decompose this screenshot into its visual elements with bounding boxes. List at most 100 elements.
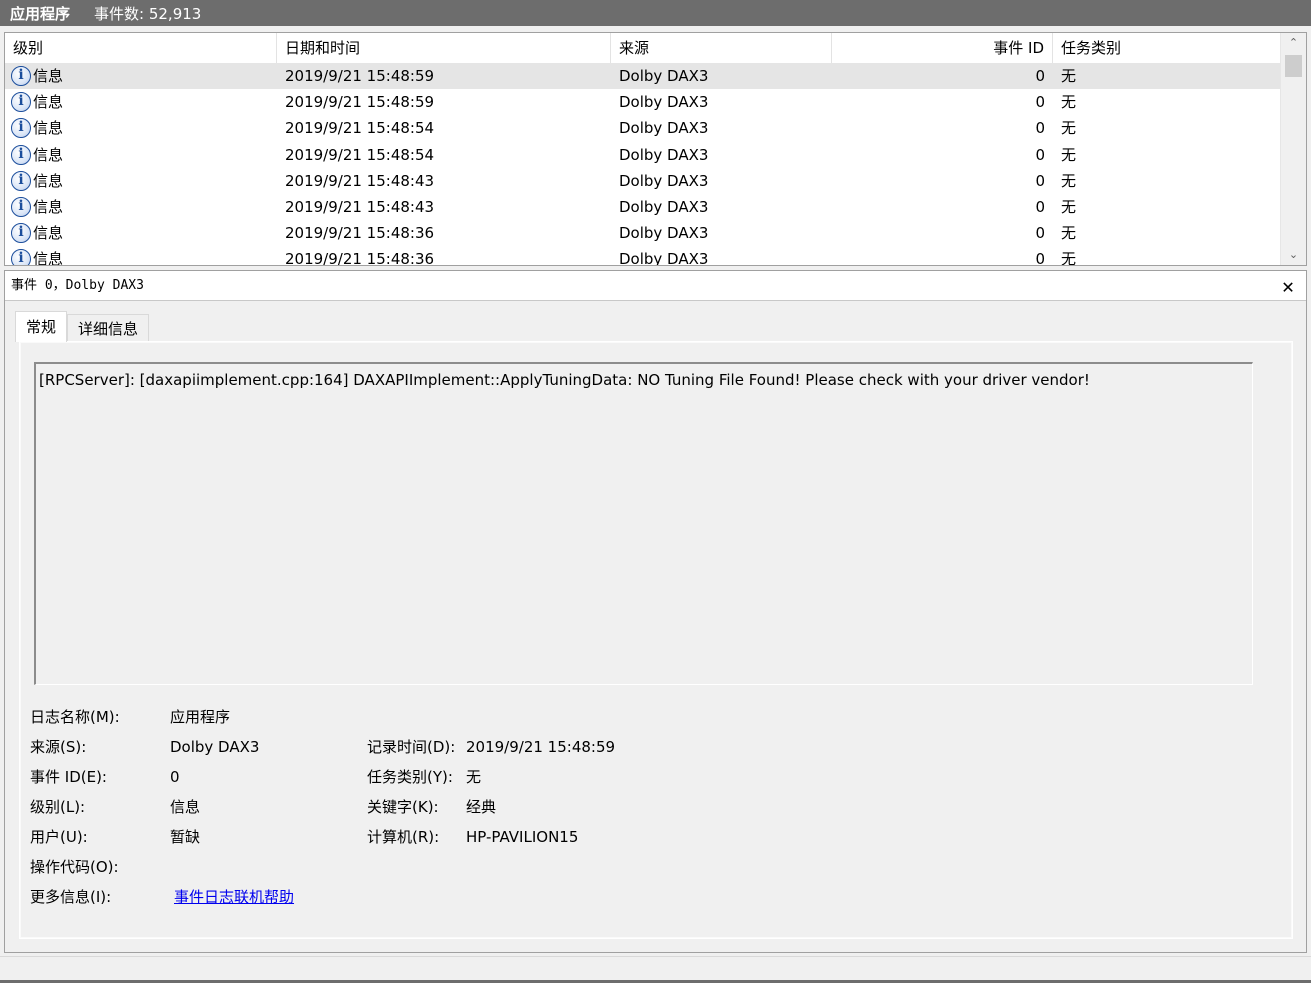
status-bar [0, 956, 1311, 983]
scroll-up-icon[interactable]: ⌃ [1281, 33, 1306, 53]
scroll-down-icon[interactable]: ⌄ [1281, 245, 1306, 265]
keywords-label: 关键字(K): [367, 798, 439, 816]
detail-title-text: 事件 0，Dolby DAX3 [11, 278, 144, 293]
datetime-cell: 2019/9/21 15:48:59 [285, 67, 435, 86]
title-bar: 应用程序 事件数: 52,913 [0, 0, 1311, 26]
table-row[interactable]: i 信息 2019/9/21 15:48:36 Dolby DAX3 0 无 [5, 246, 1281, 266]
level-text: 信息 [33, 171, 64, 190]
source-cell: Dolby DAX3 [619, 93, 709, 112]
task-category-cell: 无 [1061, 171, 1077, 190]
level-cell: i 信息 [5, 63, 277, 89]
event-message[interactable]: [RPCServer]: [daxapiimplement.cpp:164] D… [34, 362, 1253, 685]
task-category-cell: 无 [1061, 145, 1077, 164]
info-icon: i [11, 249, 31, 265]
table-row[interactable]: i 信息 2019/9/21 15:48:54 Dolby DAX3 0 无 [5, 142, 1281, 168]
event-id-cell: 0 [1035, 67, 1045, 86]
close-icon[interactable]: ✕ [1282, 273, 1294, 299]
computer-value: HP-PAVILION15 [466, 828, 579, 846]
grid-rows: i 信息 2019/9/21 15:48:59 Dolby DAX3 0 无 i 信息 2019… [5, 63, 1281, 266]
level-cell: i 信息 [5, 194, 277, 220]
events-grid[interactable]: 级别 日期和时间 来源 事件 ID 任务类别 i 信息 2019/9/21 15:4… [4, 32, 1307, 266]
datetime-cell: 2019/9/21 15:48:36 [285, 250, 435, 266]
event-id-cell: 0 [1035, 224, 1045, 243]
table-row[interactable]: i 信息 2019/9/21 15:48:36 Dolby DAX3 0 无 [5, 220, 1281, 246]
task-category-cell: 无 [1061, 250, 1077, 266]
table-row[interactable]: i 信息 2019/9/21 15:48:59 Dolby DAX3 0 无 [5, 63, 1281, 90]
detail-tabs: 常规 详细信息 [15, 311, 150, 344]
column-header-event-id[interactable]: 事件 ID [832, 33, 1053, 63]
table-row[interactable]: i 信息 2019/9/21 15:48:43 Dolby DAX3 0 无 [5, 194, 1281, 220]
level-text: 信息 [33, 250, 64, 266]
source-cell: Dolby DAX3 [619, 145, 709, 164]
column-header-source[interactable]: 来源 [611, 33, 832, 63]
task-category-cell: 无 [1061, 93, 1077, 112]
event-id-cell: 0 [1035, 119, 1045, 138]
level-text: 信息 [33, 67, 64, 86]
scroll-thumb[interactable] [1285, 55, 1302, 77]
task-category-cell: 无 [1061, 119, 1077, 138]
event-count: 事件数: 52,913 [94, 4, 202, 23]
detail-title: 事件 0，Dolby DAX3 ✕ [5, 271, 1306, 301]
source-cell: Dolby DAX3 [619, 198, 709, 217]
level-label: 级别(L): [30, 798, 86, 816]
datetime-cell: 2019/9/21 15:48:43 [285, 198, 435, 217]
info-icon: i [11, 92, 31, 113]
level-text: 信息 [33, 93, 64, 112]
level-cell: i 信息 [5, 246, 277, 266]
level-text: 信息 [33, 198, 64, 217]
table-row[interactable]: i 信息 2019/9/21 15:48:43 Dolby DAX3 0 无 [5, 168, 1281, 194]
event-id-cell: 0 [1035, 198, 1045, 217]
source-cell: Dolby DAX3 [619, 119, 709, 138]
level-cell: i 信息 [5, 220, 277, 246]
tab-details[interactable]: 详细信息 [67, 314, 150, 344]
event-id-cell: 0 [1035, 250, 1045, 266]
level-cell: i 信息 [5, 168, 277, 194]
tab-content-general: [RPCServer]: [daxapiimplement.cpp:164] D… [19, 341, 1293, 939]
event-id-cell: 0 [1035, 93, 1045, 112]
event-id-cell: 0 [1035, 171, 1045, 190]
computer-label: 计算机(R): [367, 828, 440, 846]
level-value: 信息 [170, 798, 201, 816]
source-label: 来源(S): [30, 738, 87, 756]
level-cell: i 信息 [5, 142, 277, 168]
column-header-datetime[interactable]: 日期和时间 [277, 33, 611, 63]
event-id-value: 0 [170, 768, 180, 786]
info-icon: i [11, 66, 31, 87]
user-value: 暂缺 [170, 828, 201, 846]
keywords-value: 经典 [466, 798, 497, 816]
task-category-label: 任务类别(Y): [367, 768, 453, 786]
datetime-cell: 2019/9/21 15:48:54 [285, 119, 435, 138]
online-help-link[interactable]: 事件日志联机帮助 [174, 882, 294, 912]
grid-scrollbar[interactable]: ⌃ ⌄ [1280, 33, 1306, 265]
logged-value: 2019/9/21 15:48:59 [466, 738, 616, 756]
table-row[interactable]: i 信息 2019/9/21 15:48:54 Dolby DAX3 0 无 [5, 115, 1281, 141]
task-category-value: 无 [466, 768, 482, 786]
opcode-label: 操作代码(O): [30, 858, 119, 876]
task-category-cell: 无 [1061, 67, 1077, 86]
source-value: Dolby DAX3 [170, 738, 260, 756]
info-icon: i [11, 223, 31, 244]
grid-header: 级别 日期和时间 来源 事件 ID 任务类别 [5, 33, 1281, 63]
level-cell: i 信息 [5, 115, 277, 141]
source-cell: Dolby DAX3 [619, 224, 709, 243]
datetime-cell: 2019/9/21 15:48:36 [285, 224, 435, 243]
level-text: 信息 [33, 145, 64, 164]
table-row[interactable]: i 信息 2019/9/21 15:48:59 Dolby DAX3 0 无 [5, 89, 1281, 115]
tab-general[interactable]: 常规 [15, 311, 68, 342]
log-name-label: 日志名称(M): [30, 708, 120, 726]
level-cell: i 信息 [5, 89, 277, 115]
info-icon: i [11, 170, 31, 191]
source-cell: Dolby DAX3 [619, 67, 709, 86]
more-info-label: 更多信息(I): [30, 888, 112, 906]
level-text: 信息 [33, 119, 64, 138]
column-header-task-category[interactable]: 任务类别 [1053, 33, 1281, 63]
info-icon: i [11, 197, 31, 218]
logged-label: 记录时间(D): [367, 738, 456, 756]
event-id-label: 事件 ID(E): [30, 768, 107, 786]
task-category-cell: 无 [1061, 224, 1077, 243]
source-cell: Dolby DAX3 [619, 250, 709, 266]
event-id-cell: 0 [1035, 145, 1045, 164]
datetime-cell: 2019/9/21 15:48:54 [285, 145, 435, 164]
task-category-cell: 无 [1061, 198, 1077, 217]
column-header-level[interactable]: 级别 [5, 33, 277, 63]
